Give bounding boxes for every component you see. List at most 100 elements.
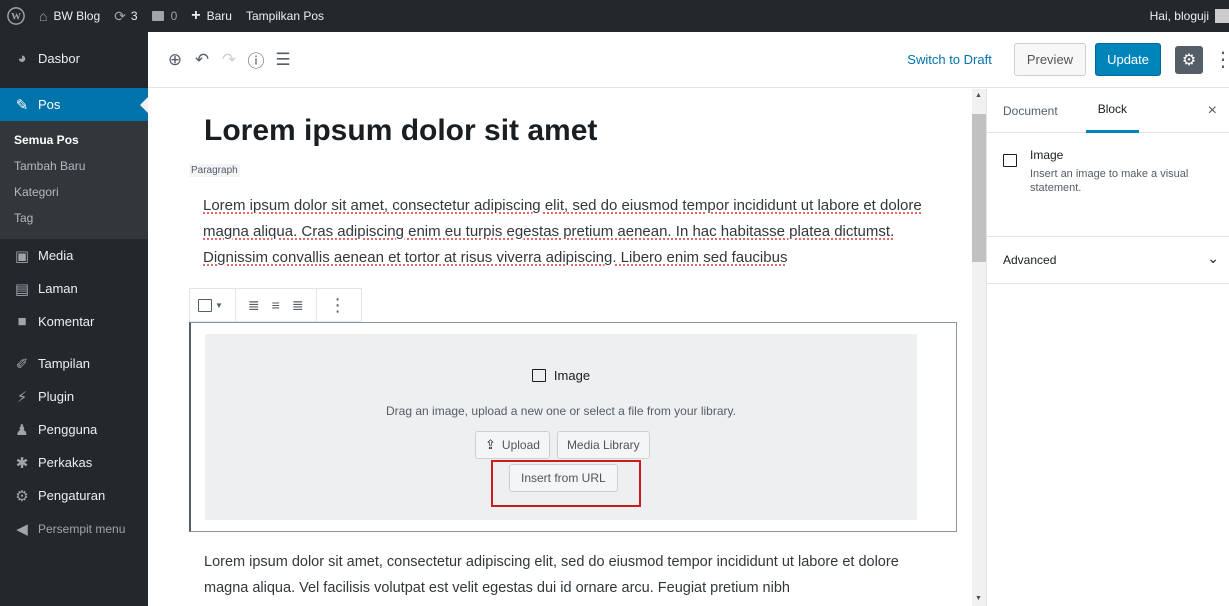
editor-header: ⊕ ↶ ↷ ⓘ ☰ Switch to Draft Preview Update… xyxy=(148,32,1229,88)
sidebar-item-label: Laman xyxy=(38,281,78,296)
image-placeholder-description: Drag an image, upload a new one or selec… xyxy=(386,404,736,418)
toolbar-divider xyxy=(315,288,317,322)
view-post-label: Tampilkan Pos xyxy=(245,9,325,23)
upload-button[interactable]: ⇪ Upload xyxy=(475,431,550,459)
admin-bar: W ⌂ BW Blog ⟳ 3 0 + Baru Tampilkan Pos H… xyxy=(0,0,1229,32)
content-scrollbar[interactable]: ▲ ▼ xyxy=(972,89,986,606)
image-icon xyxy=(1003,154,1017,167)
advanced-panel-toggle[interactable]: Advanced ⌄ xyxy=(987,237,1229,284)
align-left-icon[interactable]: ≣ xyxy=(248,297,260,314)
sidebar-item-label: Pengguna xyxy=(38,422,98,437)
user-icon: ♟ xyxy=(15,421,29,439)
wrench-icon: ✱ xyxy=(15,454,29,472)
pos-submenu: Semua Pos Tambah Baru Kategori Tag xyxy=(0,121,148,239)
chevron-down-icon: ⌄ xyxy=(1207,250,1219,266)
comments-count: 0 xyxy=(170,9,178,23)
sidebar-item-label: Pos xyxy=(38,97,61,112)
switch-to-draft-link[interactable]: Switch to Draft xyxy=(907,52,992,67)
align-right-icon[interactable]: ≣ xyxy=(292,297,304,314)
block-navigation-icon[interactable]: ☰ xyxy=(272,49,294,71)
media-icon: ▣ xyxy=(14,247,30,265)
more-options-icon[interactable]: ⋮ xyxy=(1213,47,1229,72)
submenu-kategori[interactable]: Kategori xyxy=(0,179,148,205)
sidebar-item-komentar[interactable]: ■ Komentar xyxy=(0,305,148,338)
sidebar-item-pengaturan[interactable]: ⚙ Pengaturan xyxy=(0,479,148,512)
tab-document[interactable]: Document xyxy=(1003,89,1058,133)
view-post-link[interactable]: Tampilkan Pos xyxy=(239,0,331,32)
svg-text:W: W xyxy=(11,12,21,23)
info-icon[interactable]: ⓘ xyxy=(245,49,267,71)
sidebar-item-pengguna[interactable]: ♟ Pengguna xyxy=(0,413,148,446)
advanced-label: Advanced xyxy=(1003,253,1057,267)
submenu-tambah-baru[interactable]: Tambah Baru xyxy=(0,153,148,179)
image-placeholder: Image Drag an image, upload a new one or… xyxy=(205,334,917,520)
upload-icon: ⇪ xyxy=(485,437,496,452)
tab-block[interactable]: Block xyxy=(1085,89,1140,133)
sidebar-item-plugin[interactable]: ⚡ Plugin xyxy=(0,380,148,413)
image-icon xyxy=(531,369,546,382)
account-menu[interactable]: Hai, bloguji xyxy=(1143,0,1229,32)
sidebar-item-label: Tampilan xyxy=(38,356,91,371)
collapse-icon: ◀ xyxy=(16,520,28,538)
editor-content: Lorem ipsum dolor sit amet Paragraph Lor… xyxy=(148,89,986,606)
brush-icon: ✐ xyxy=(15,355,29,373)
image-block[interactable]: Image Drag an image, upload a new one or… xyxy=(189,322,957,532)
block-toolbar: ▼ ≣ ≡ ≣ ⋮ xyxy=(189,288,362,322)
sidebar-item-label: Pengaturan xyxy=(38,488,106,503)
post-title[interactable]: Lorem ipsum dolor sit amet xyxy=(204,114,597,148)
wordpress-logo-icon[interactable]: W xyxy=(0,0,32,32)
update-button[interactable]: Update xyxy=(1095,43,1161,76)
submenu-tag[interactable]: Tag xyxy=(0,205,148,231)
site-name-link[interactable]: ⌂ BW Blog xyxy=(32,0,107,32)
align-center-icon[interactable]: ≡ xyxy=(272,297,280,313)
updates-icon: ⟳ xyxy=(114,7,126,24)
block-card-title: Image xyxy=(1030,148,1064,162)
preview-button[interactable]: Preview xyxy=(1013,43,1087,76)
sidebar-item-label: Dasbor xyxy=(38,51,80,66)
image-icon xyxy=(198,298,212,312)
scroll-down-icon[interactable]: ▼ xyxy=(975,595,982,602)
block-type-label: Paragraph xyxy=(189,164,240,177)
home-icon: ⌂ xyxy=(39,8,48,24)
image-block-title: Image xyxy=(553,368,591,383)
comments-link[interactable]: 0 xyxy=(145,0,185,32)
new-label: Baru xyxy=(206,9,232,23)
image-placeholder-title: Image xyxy=(205,368,917,383)
sidebar-item-tampilan[interactable]: ✐ Tampilan xyxy=(0,347,148,380)
comment-icon xyxy=(151,11,164,21)
redo-icon[interactable]: ↷ xyxy=(218,49,240,71)
paragraph-block-2[interactable]: Lorem ipsum dolor sit amet, consectetur … xyxy=(204,549,944,601)
new-content-link[interactable]: + Baru xyxy=(184,0,239,32)
avatar xyxy=(1215,9,1229,23)
scroll-up-icon[interactable]: ▲ xyxy=(975,92,982,99)
sidebar-item-pos[interactable]: ✎ Pos xyxy=(0,88,148,121)
plugin-icon: ⚡ xyxy=(16,388,28,406)
plus-icon: + xyxy=(191,7,201,24)
media-library-button[interactable]: Media Library xyxy=(556,431,650,459)
sidebar-item-perkakas[interactable]: ✱ Perkakas xyxy=(0,446,148,479)
submenu-semua-pos[interactable]: Semua Pos xyxy=(0,127,148,153)
collapse-menu-button[interactable]: ◀ Persempit menu xyxy=(0,512,148,545)
settings-gear-icon[interactable]: ⚙ xyxy=(1175,45,1203,74)
admin-sidebar: ◕ Dasbor ✎ Pos Semua Pos Tambah Baru Kat… xyxy=(0,32,148,606)
sidebar-item-laman[interactable]: ▤ Laman xyxy=(0,272,148,305)
sidebar-item-dasbor[interactable]: ◕ Dasbor xyxy=(0,42,148,75)
site-name: BW Blog xyxy=(53,9,101,23)
paragraph-block[interactable]: Lorem ipsum dolor sit amet, consectetur … xyxy=(203,193,933,271)
greeting: Hai, bloguji xyxy=(1149,9,1209,23)
add-block-icon[interactable]: ⊕ xyxy=(164,49,186,71)
sidebar-item-label: Plugin xyxy=(38,389,75,404)
scrollbar-thumb[interactable] xyxy=(972,114,986,262)
close-icon[interactable]: × xyxy=(1208,102,1217,120)
settings-sidebar: Document Block × Image Insert an image t… xyxy=(986,89,1229,606)
more-block-options-icon[interactable]: ⋮ xyxy=(329,295,347,316)
settings-icon: ⚙ xyxy=(15,487,29,505)
undo-icon[interactable]: ↶ xyxy=(191,49,213,71)
settings-tabs: Document Block × xyxy=(987,89,1229,133)
chevron-down-icon: ▼ xyxy=(215,300,223,310)
sidebar-item-media[interactable]: ▣ Media xyxy=(0,239,148,272)
toolbar-divider xyxy=(234,288,236,322)
highlight-box xyxy=(491,460,641,507)
updates-link[interactable]: ⟳ 3 xyxy=(107,0,144,32)
image-block-switcher[interactable]: ▼ xyxy=(198,298,223,312)
